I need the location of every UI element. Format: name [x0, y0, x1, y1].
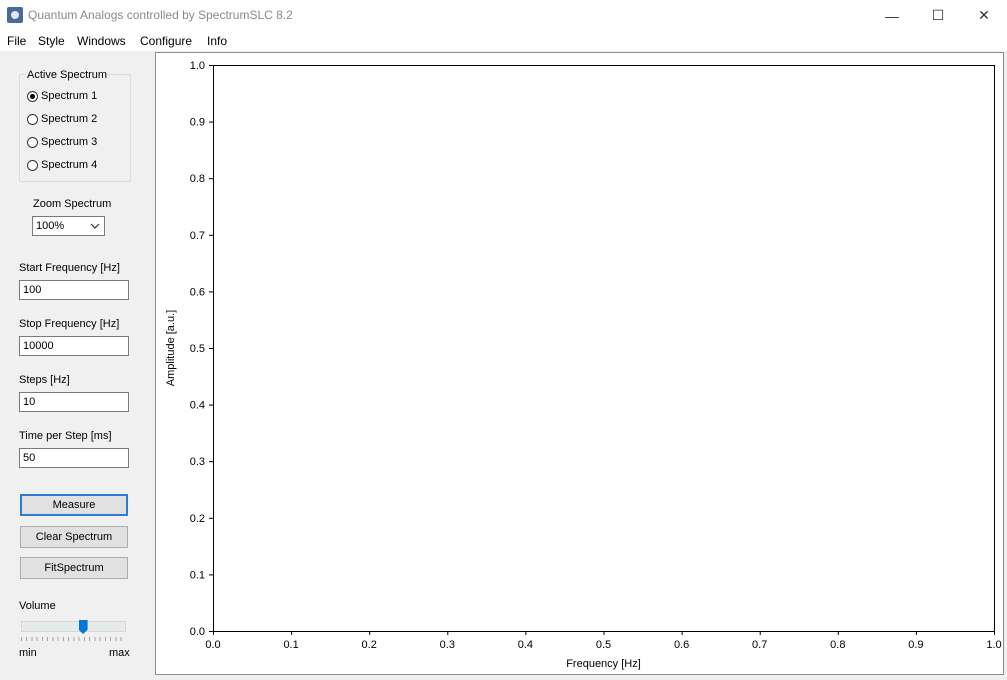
volume-max-label: max	[109, 647, 130, 659]
y-axis-label: Amplitude [a.u.]	[165, 310, 177, 386]
close-button[interactable]: ✕	[961, 0, 1007, 31]
x-tick-label: 0.7	[752, 639, 767, 651]
x-tick-label: 0.4	[518, 639, 533, 651]
stop-frequency-input[interactable]: 10000	[19, 336, 129, 356]
radio-button[interactable]	[27, 113, 38, 125]
y-tick-label: 1.0	[190, 60, 205, 72]
x-tick-label: 0.1	[283, 639, 298, 651]
volume-label: Volume	[19, 600, 56, 612]
radio-spectrum-4[interactable]: Spectrum 4	[27, 157, 97, 173]
zoom-select[interactable]: 100%	[32, 216, 105, 236]
x-tick-label: 0.9	[908, 639, 923, 651]
window-title: Quantum Analogs controlled by SpectrumSL…	[28, 8, 293, 22]
app-icon	[7, 7, 23, 23]
volume-slider-ticks	[21, 637, 126, 641]
radio-button-checked[interactable]	[27, 90, 38, 102]
plot-area	[213, 65, 995, 632]
spectrum-chart[interactable]: 0.0 0.1 0.2 0.3 0.4 0.5 0.6 0.7 0.8 0.9 1.0 0.0 0.1…	[156, 53, 1003, 674]
chevron-down-icon	[90, 218, 100, 237]
y-tick-label: 0.7	[190, 230, 205, 242]
clear-spectrum-button[interactable]: Clear Spectrum	[20, 526, 128, 548]
menu-bar: File Style Windows Configure Info	[0, 31, 1007, 51]
y-tick-label: 0.2	[190, 513, 205, 525]
radio-button[interactable]	[27, 159, 38, 171]
time-per-step-input[interactable]: 50	[19, 448, 129, 468]
menu-style[interactable]: Style	[38, 34, 65, 48]
x-tick-label: 0.8	[830, 639, 845, 651]
steps-label: Steps [Hz]	[19, 374, 70, 386]
volume-min-label: min	[19, 647, 37, 659]
menu-file[interactable]: File	[7, 34, 26, 48]
radio-label: Spectrum 1	[41, 90, 98, 102]
volume-slider-track[interactable]	[21, 621, 126, 632]
menu-windows[interactable]: Windows	[77, 34, 126, 48]
y-tick-label: 0.3	[190, 456, 205, 468]
start-frequency-label: Start Frequency [Hz]	[19, 262, 120, 274]
x-tick-label: 0.5	[596, 639, 611, 651]
zoom-label: Zoom Spectrum	[33, 198, 112, 210]
y-tick-label: 0.9	[190, 117, 205, 129]
menu-info[interactable]: Info	[207, 34, 227, 48]
menu-configure[interactable]: Configure	[140, 34, 192, 48]
start-frequency-input[interactable]: 100	[19, 280, 129, 300]
x-tick-label: 0.2	[362, 639, 377, 651]
radio-label: Spectrum 3	[41, 136, 98, 148]
y-tick-label: 0.6	[190, 286, 205, 298]
x-tick-label: 0.0	[205, 639, 220, 651]
minimize-button[interactable]: —	[869, 0, 915, 31]
radio-spectrum-1[interactable]: Spectrum 1	[27, 88, 97, 104]
x-tick-label: 1.0	[986, 639, 1001, 651]
active-spectrum-title: Active Spectrum	[26, 69, 109, 81]
x-axis-label: Frequency [Hz]	[566, 658, 641, 670]
y-tick-label: 0.4	[190, 400, 205, 412]
spectrum-plot-frame: 0.0 0.1 0.2 0.3 0.4 0.5 0.6 0.7 0.8 0.9 1.0 0.0 0.1…	[155, 52, 1004, 675]
maximize-button[interactable]: ☐	[915, 0, 961, 31]
y-tick-label: 0.8	[190, 173, 205, 185]
x-tick-label: 0.3	[440, 639, 455, 651]
radio-label: Spectrum 4	[41, 159, 98, 171]
zoom-value: 100%	[36, 220, 65, 232]
y-tick-label: 0.0	[190, 626, 205, 638]
measure-button[interactable]: Measure	[20, 494, 128, 516]
radio-button[interactable]	[27, 136, 38, 148]
x-tick-label: 0.6	[674, 639, 689, 651]
steps-input[interactable]: 10	[19, 392, 129, 412]
time-per-step-label: Time per Step [ms]	[19, 430, 112, 442]
title-bar: Quantum Analogs controlled by SpectrumSL…	[0, 0, 1007, 31]
radio-spectrum-2[interactable]: Spectrum 2	[27, 111, 97, 127]
radio-spectrum-3[interactable]: Spectrum 3	[27, 134, 97, 150]
fit-spectrum-button[interactable]: FitSpectrum	[20, 557, 128, 579]
stop-frequency-label: Stop Frequency [Hz]	[19, 318, 120, 330]
y-tick-label: 0.5	[190, 343, 205, 355]
radio-label: Spectrum 2	[41, 113, 98, 125]
y-tick-label: 0.1	[190, 569, 205, 581]
